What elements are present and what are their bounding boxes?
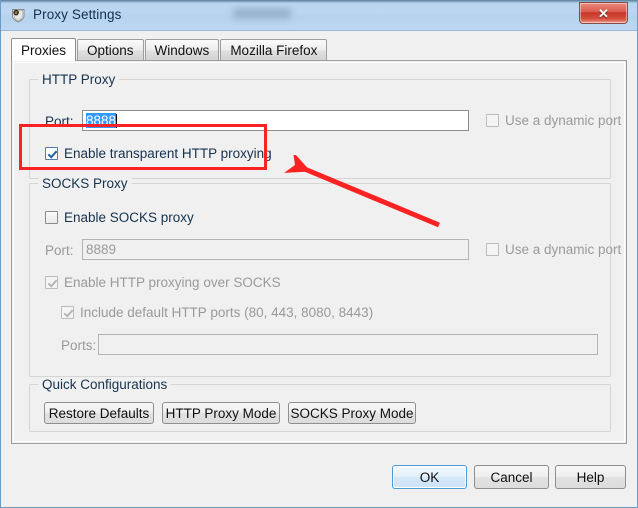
help-button[interactable]: Help (555, 465, 626, 489)
button-label: Help (576, 469, 605, 485)
tab-label: Windows (154, 43, 210, 58)
tab-options[interactable]: Options (77, 39, 144, 61)
button-label: HTTP Proxy Mode (165, 405, 277, 421)
button-label: OK (419, 469, 440, 485)
http-proxy-group-title: HTTP Proxy (38, 72, 120, 87)
window-top-edge (1, 0, 637, 3)
button-label: Cancel (490, 469, 533, 485)
tab-label: Proxies (21, 42, 67, 58)
socks-port-input[interactable]: 8889 (82, 239, 469, 260)
cancel-button[interactable]: Cancel (474, 465, 549, 489)
checkbox-label: Use a dynamic port (505, 242, 622, 257)
enable-http-proxying-over-socks-checkbox[interactable]: Enable HTTP proxying over SOCKS (45, 275, 281, 290)
window-title: Proxy Settings (33, 7, 122, 22)
include-default-http-ports-checkbox[interactable]: Include default HTTP ports (80, 443, 808… (61, 305, 373, 320)
restore-defaults-button[interactable]: Restore Defaults (44, 402, 154, 424)
button-label: Restore Defaults (48, 405, 150, 421)
socks-dynamic-port-checkbox[interactable]: Use a dynamic port (486, 242, 621, 257)
tab-mozilla-firefox[interactable]: Mozilla Firefox (220, 39, 328, 61)
checkbox-box (45, 276, 58, 289)
svg-text:8: 8 (15, 11, 17, 15)
socks-proxy-group: SOCKS Proxy Enable SOCKS proxy Port: 888… (29, 176, 621, 377)
tab-label: Mozilla Firefox (230, 43, 318, 58)
checkbox-box (61, 306, 74, 319)
checkbox-label: Use a dynamic port (505, 113, 622, 128)
checkbox-label: Enable HTTP proxying over SOCKS (64, 275, 281, 290)
blurred-title-watermark (233, 8, 291, 19)
http-dynamic-port-checkbox[interactable]: Use a dynamic port (486, 113, 621, 128)
quick-configurations-group-title: Quick Configurations (38, 377, 172, 392)
socks-proxy-mode-button[interactable]: SOCKS Proxy Mode (288, 402, 416, 424)
quick-configurations-group: Quick Configurations Restore Defaults HT… (29, 377, 611, 432)
close-button[interactable]: ✕ (579, 2, 628, 24)
checkbox-label: Enable SOCKS proxy (64, 210, 194, 225)
button-label: SOCKS Proxy Mode (290, 405, 414, 421)
tab-windows[interactable]: Windows (144, 39, 220, 61)
socks-port-label: Port: (45, 243, 74, 258)
http-proxy-mode-button[interactable]: HTTP Proxy Mode (162, 402, 280, 424)
close-icon: ✕ (598, 5, 609, 21)
socks-proxy-group-title: SOCKS Proxy (38, 176, 132, 191)
annotation-highlight-rectangle (19, 124, 267, 170)
socks-port-value: 8889 (86, 242, 117, 257)
tab-strip: Proxies Options Windows Mozilla Firefox (11, 38, 328, 61)
checkbox-box (486, 243, 499, 256)
socks-ports-label: Ports: (61, 338, 97, 353)
checkbox-box (486, 114, 499, 127)
fiddler-shield-icon: 8 (10, 7, 27, 24)
ok-button[interactable]: OK (392, 465, 467, 489)
title-bar: 8 Proxy Settings ✕ (1, 0, 637, 31)
enable-socks-proxy-checkbox[interactable]: Enable SOCKS proxy (45, 210, 194, 225)
tab-label: Options (87, 43, 134, 58)
socks-ports-input[interactable] (98, 334, 598, 355)
tab-proxies[interactable]: Proxies (11, 38, 77, 61)
checkbox-box (45, 211, 58, 224)
checkbox-label: Include default HTTP ports (80, 443, 808… (80, 305, 374, 320)
proxy-settings-window: 8 Proxy Settings ✕ Proxies Options Windo… (0, 0, 638, 508)
proxies-tab-page: HTTP Proxy Port: 8888 Use a dynamic port… (11, 60, 627, 444)
